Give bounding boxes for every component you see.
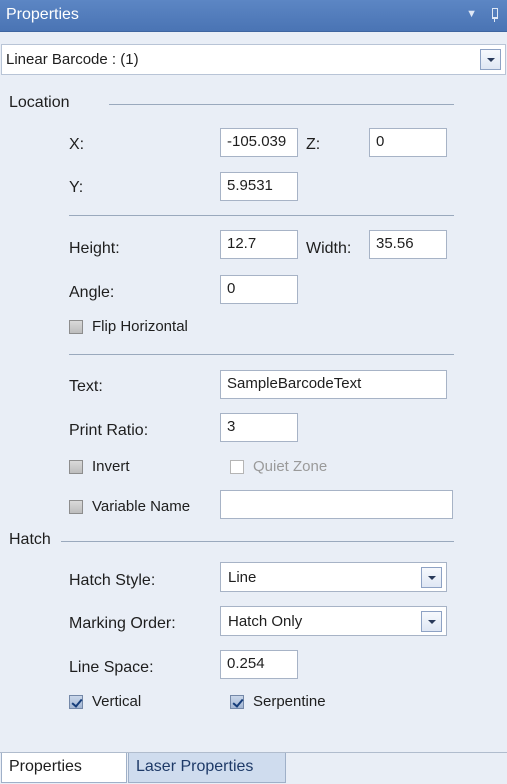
tab-properties[interactable]: Properties xyxy=(1,753,127,783)
flip-horizontal-checkbox[interactable]: Flip Horizontal xyxy=(69,318,188,335)
marking-order-select[interactable]: Hatch Only xyxy=(220,606,447,636)
object-selector-value: Linear Barcode : (1) xyxy=(6,51,139,68)
invert-checkbox-box[interactable] xyxy=(69,459,83,474)
invert-checkbox[interactable]: Invert xyxy=(69,458,130,475)
hatch-style-label: Hatch Style: xyxy=(69,572,156,589)
object-selector[interactable]: Linear Barcode : (1) xyxy=(1,44,506,75)
object-selector-dropdown-button[interactable] xyxy=(480,49,501,70)
property-grid: Location X: -105.039 Z: 0 Y: 5.9531 Heig… xyxy=(1,88,506,734)
print-ratio-label: Print Ratio: xyxy=(69,422,149,439)
hatch-group-divider xyxy=(61,541,454,542)
marking-order-label: Marking Order: xyxy=(69,615,176,632)
properties-panel: Properties ▼ Linear Barcode : (1) Locati… xyxy=(0,0,507,784)
line-space-input[interactable]: 0.254 xyxy=(220,650,298,679)
panel-title: Properties xyxy=(6,6,79,23)
tab-laser-properties[interactable]: Laser Properties xyxy=(128,753,286,783)
location-separator-1 xyxy=(69,215,454,216)
quiet-zone-label: Quiet Zone xyxy=(253,458,328,475)
text-input[interactable]: SampleBarcodeText xyxy=(220,370,447,399)
hatch-style-dropdown-button[interactable] xyxy=(421,567,442,588)
location-group-divider xyxy=(109,104,454,105)
height-label: Height: xyxy=(69,240,120,257)
height-input[interactable]: 12.7 xyxy=(220,230,298,259)
hatch-group-label: Hatch xyxy=(9,531,51,548)
pin-icon[interactable] xyxy=(489,8,499,22)
text-label: Text: xyxy=(69,378,103,395)
angle-label: Angle: xyxy=(69,284,115,301)
vertical-checkbox[interactable]: Vertical xyxy=(69,693,141,710)
print-ratio-input[interactable]: 3 xyxy=(220,413,298,442)
location-separator-2 xyxy=(69,354,454,355)
hatch-style-select[interactable]: Line xyxy=(220,562,447,592)
variable-name-checkbox[interactable]: Variable Name xyxy=(69,498,190,515)
variable-name-checkbox-box[interactable] xyxy=(69,499,83,514)
invert-label: Invert xyxy=(92,458,130,475)
marking-order-dropdown-button[interactable] xyxy=(421,611,442,632)
quiet-zone-checkbox-box[interactable] xyxy=(230,459,244,474)
line-space-label: Line Space: xyxy=(69,659,154,676)
angle-input[interactable]: 0 xyxy=(220,275,298,304)
vertical-label: Vertical xyxy=(92,693,142,710)
flip-horizontal-label: Flip Horizontal xyxy=(92,318,188,335)
x-label: X: xyxy=(69,136,85,153)
panel-title-bar: Properties ▼ xyxy=(0,0,507,32)
vertical-checkbox-box[interactable] xyxy=(69,694,83,709)
hatch-style-value: Line xyxy=(228,569,257,586)
serpentine-label: Serpentine xyxy=(253,693,326,710)
width-input[interactable]: 35.56 xyxy=(369,230,447,259)
flip-horizontal-checkbox-box[interactable] xyxy=(69,319,83,334)
variable-name-label: Variable Name xyxy=(92,498,191,515)
z-label: Z: xyxy=(306,136,321,153)
dropdown-menu-icon[interactable]: ▼ xyxy=(466,8,477,22)
y-input[interactable]: 5.9531 xyxy=(220,172,298,201)
x-input[interactable]: -105.039 xyxy=(220,128,298,157)
z-input[interactable]: 0 xyxy=(369,128,447,157)
marking-order-value: Hatch Only xyxy=(228,613,303,630)
variable-name-input[interactable] xyxy=(220,490,453,519)
width-label: Width: xyxy=(306,240,352,257)
y-label: Y: xyxy=(69,179,84,196)
serpentine-checkbox[interactable]: Serpentine xyxy=(230,693,326,710)
bottom-tab-strip: Properties Laser Properties xyxy=(0,736,507,784)
location-group-label: Location xyxy=(9,94,70,111)
quiet-zone-checkbox[interactable]: Quiet Zone xyxy=(230,458,327,475)
serpentine-checkbox-box[interactable] xyxy=(230,694,244,709)
